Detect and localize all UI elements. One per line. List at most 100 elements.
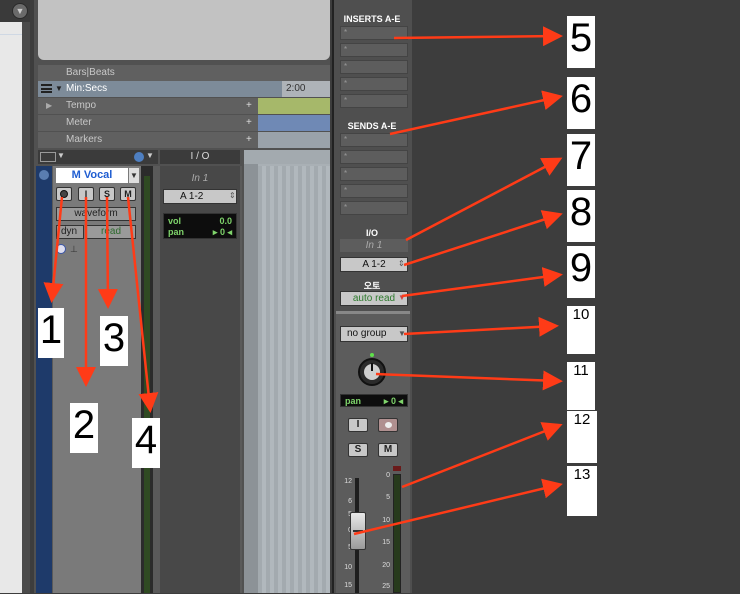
fader-tick: 12 <box>344 478 352 485</box>
output-selector[interactable]: A 1-2 <box>163 189 237 204</box>
vol-value: 0.0 <box>219 216 232 226</box>
volume-fader[interactable] <box>350 512 366 550</box>
track-mini-icons: ⊥ <box>56 244 86 256</box>
meter-tick: 0 <box>386 472 390 479</box>
chevron-down-icon: ▼ <box>398 293 406 302</box>
callout-9: 9 <box>567 246 595 298</box>
ruler-label: Tempo <box>66 100 97 111</box>
collapse-chevron-icon[interactable]: ▼ <box>12 3 28 19</box>
callout-2: 2 <box>70 403 98 453</box>
insert-slot[interactable]: * <box>340 94 408 108</box>
add-tempo-button[interactable]: + <box>246 98 252 114</box>
tempo-bar <box>258 98 330 114</box>
io-column-header: I / O <box>160 150 240 164</box>
ruler-tempo[interactable]: ▶ Tempo + <box>38 98 330 114</box>
ruler-label: Bars|Beats <box>66 67 115 78</box>
vol-pan-display[interactable]: vol 0.0 pan ▸ 0 ◂ <box>163 213 237 239</box>
chevron-down-icon: ▼ <box>398 329 406 338</box>
mix-mute-button[interactable]: M <box>378 443 398 457</box>
track-select-icon[interactable] <box>39 170 49 180</box>
track-name[interactable]: M Vocal <box>56 168 128 183</box>
automation-mode-selector[interactable]: read <box>86 225 136 239</box>
track-view-selector[interactable]: waveform <box>56 207 136 221</box>
meter-tick: 20 <box>382 562 390 569</box>
menu-icon[interactable] <box>41 84 52 93</box>
send-slot[interactable]: * <box>340 184 408 198</box>
dyn-label: dyn <box>56 225 84 239</box>
sends-label: SENDS A-E <box>347 121 397 131</box>
callout-6: 6 <box>567 77 595 129</box>
callout-7: 7 <box>567 134 595 186</box>
callout-8: 8 <box>567 190 595 242</box>
input-selector[interactable]: In 1 <box>163 172 237 186</box>
lock-icon[interactable]: ⊥ <box>70 244 78 254</box>
record-icon <box>385 422 392 428</box>
io-label: I/O <box>365 228 378 238</box>
ruler-meter[interactable]: Meter + <box>38 115 330 131</box>
track-header-bar: ▼ ▼ <box>38 150 158 164</box>
clip-indicator[interactable] <box>393 466 401 471</box>
record-icon <box>60 190 68 198</box>
callout-12: 12 <box>567 411 597 463</box>
clock-icon[interactable] <box>134 152 144 162</box>
callout-5: 5 <box>567 16 595 68</box>
pan-label: pan <box>345 396 362 406</box>
time-marker: 2:00 <box>282 81 330 97</box>
fader-tick: 15 <box>344 582 352 589</box>
mix-solo-button[interactable]: S <box>348 443 368 457</box>
add-meter-button[interactable]: + <box>246 115 252 131</box>
chevron-down-icon: ▼ <box>55 84 63 93</box>
insert-slot[interactable]: * <box>340 26 408 40</box>
ruler-min-secs[interactable]: ▼ Min:Secs 2:00 <box>38 81 330 97</box>
meter-bar <box>258 115 330 131</box>
mix-pan-display: pan ▸ 0 ◂ <box>340 394 408 407</box>
timebase-icon[interactable] <box>56 244 66 254</box>
mix-record-enable-button[interactable] <box>378 418 398 432</box>
left-sidebar <box>0 0 30 593</box>
timeline-area[interactable] <box>244 150 330 593</box>
chevron-down-icon: ▼ <box>146 151 154 160</box>
send-slot[interactable]: * <box>340 201 408 215</box>
pan-knob[interactable] <box>358 358 386 386</box>
pan-value: ▸ 0 ◂ <box>383 396 403 406</box>
insert-slot[interactable]: * <box>340 60 408 74</box>
pan-value: ▸ 0 ◂ <box>212 227 232 237</box>
solo-button[interactable]: S <box>99 187 115 201</box>
callout-4: 4 <box>132 418 160 468</box>
callout-10: 10 <box>567 306 595 354</box>
expand-triangle-icon[interactable]: ▶ <box>46 98 52 114</box>
callout-11: 11 <box>567 362 595 410</box>
add-marker-button[interactable]: + <box>246 132 252 148</box>
callout-13: 13 <box>567 466 597 516</box>
ruler-bars-beats[interactable]: Bars|Beats <box>38 65 330 81</box>
input-monitor-button[interactable]: I <box>78 187 94 201</box>
vol-label: vol <box>168 216 182 226</box>
callout-3: 3 <box>100 316 128 366</box>
insert-slot[interactable]: * <box>340 77 408 91</box>
ruler-markers[interactable]: Markers + <box>38 132 330 148</box>
insert-slot[interactable]: * <box>340 43 408 57</box>
chevron-down-icon: ⇕ <box>229 191 236 200</box>
ruler-label: Markers <box>66 134 103 145</box>
mix-input-monitor-button[interactable]: I <box>348 418 368 432</box>
mix-input-selector[interactable]: In 1 <box>340 239 408 252</box>
send-slot[interactable]: * <box>340 150 408 164</box>
chevron-down-icon: ⇕ <box>398 259 405 268</box>
pan-led <box>370 353 374 357</box>
columns-icon[interactable] <box>40 152 56 162</box>
chevron-down-icon: ▼ <box>57 151 65 160</box>
markers-bar <box>258 132 330 148</box>
meter-tick: 15 <box>382 539 390 546</box>
send-slot[interactable]: * <box>340 167 408 181</box>
record-enable-button[interactable] <box>56 187 72 201</box>
chevron-down-icon[interactable]: ▼ <box>129 168 139 183</box>
ruler-label: Min:Secs <box>66 83 108 94</box>
send-slot[interactable]: * <box>340 133 408 147</box>
callout-1: 1 <box>38 308 64 358</box>
mix-level-meter <box>393 474 401 593</box>
meter-tick: 5 <box>386 494 390 501</box>
pan-label: pan <box>168 227 185 237</box>
mute-button[interactable]: M <box>120 187 136 201</box>
track-color-bar <box>36 166 52 593</box>
fader-tick: 6 <box>348 498 352 505</box>
